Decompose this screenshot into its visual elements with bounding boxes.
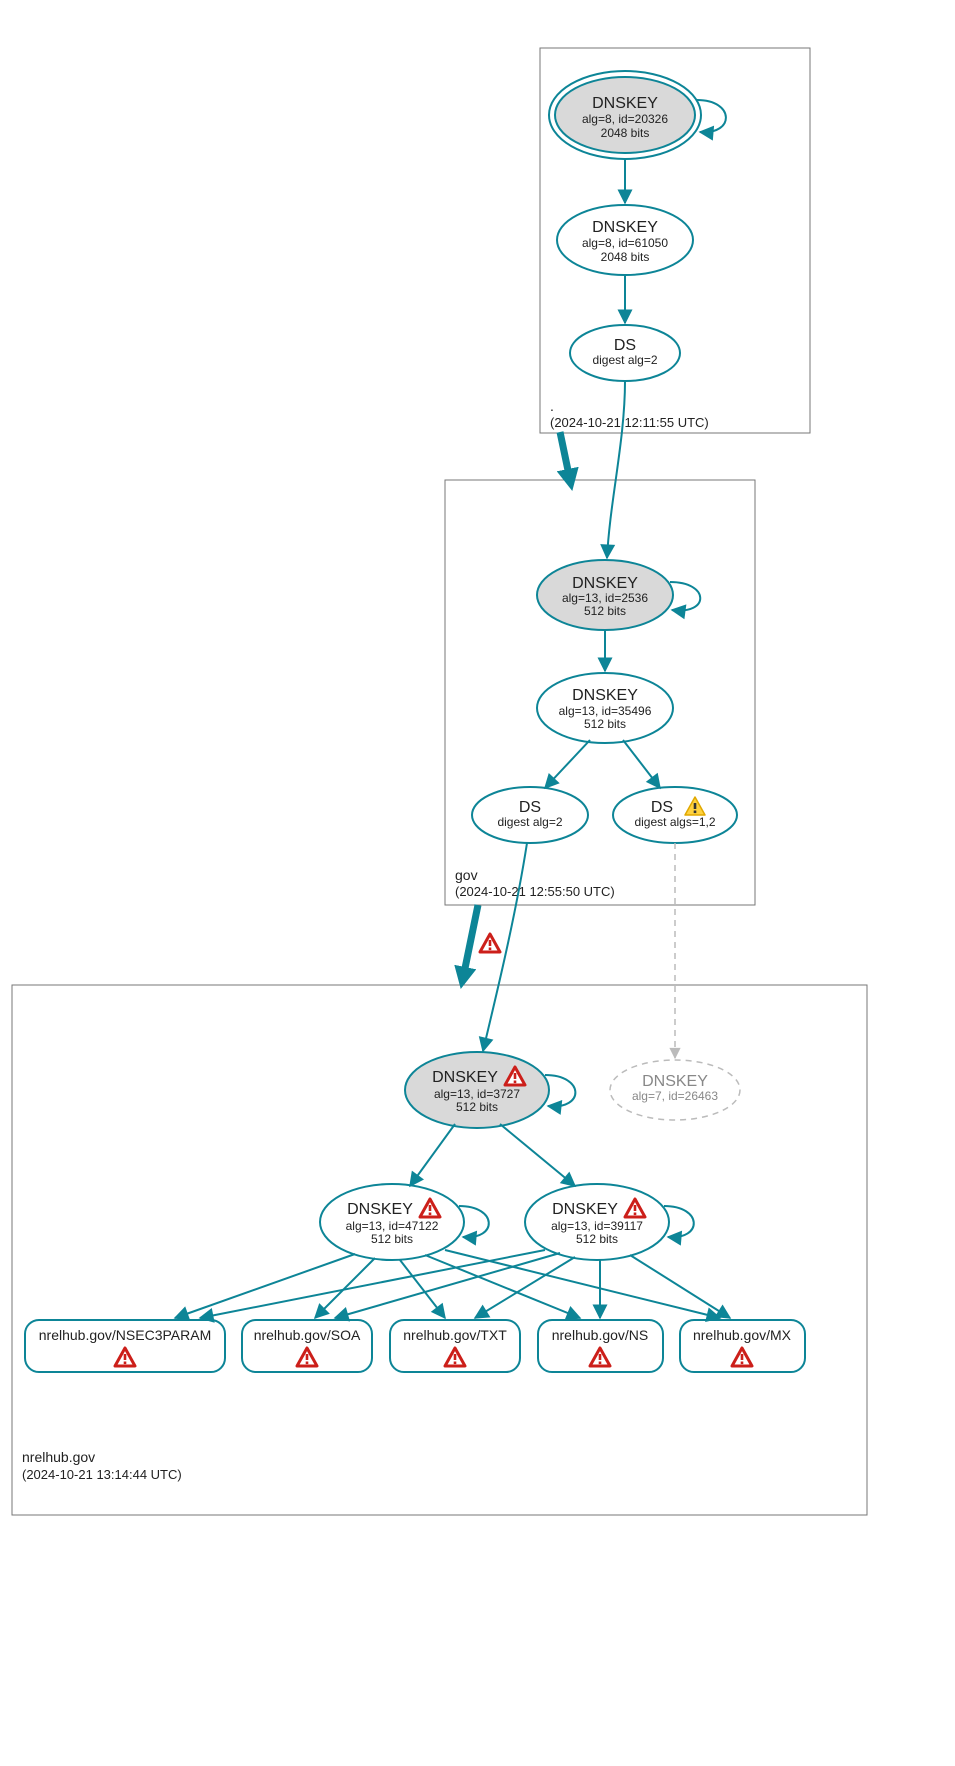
rr-txt-label: nrelhub.gov/TXT <box>403 1327 507 1343</box>
rrset-nsec3param[interactable]: nrelhub.gov/NSEC3PARAM <box>25 1320 225 1372</box>
edge-zsk1-nsec3 <box>175 1254 355 1318</box>
root-zsk-l1: alg=8, id=61050 <box>582 236 668 250</box>
zone-gov-ts: (2024-10-21 12:55:50 UTC) <box>455 884 615 899</box>
gov-zsk-title: DNSKEY <box>572 687 638 704</box>
zone-nrelhub-name: nrelhub.gov <box>22 1449 95 1465</box>
nrel-ksk-l1: alg=13, id=3727 <box>434 1087 520 1101</box>
rrset-txt[interactable]: nrelhub.gov/TXT <box>390 1320 520 1372</box>
root-ksk-title: DNSKEY <box>592 95 658 112</box>
error-icon <box>480 934 500 952</box>
rrset-soa[interactable]: nrelhub.gov/SOA <box>242 1320 372 1372</box>
edge-rootds-govksk <box>607 381 625 558</box>
gov-ksk-title: DNSKEY <box>572 575 638 592</box>
zone-nrelhub-ts: (2024-10-21 13:14:44 UTC) <box>22 1467 182 1482</box>
gov-ksk-l1: alg=13, id=2536 <box>562 591 648 605</box>
gov-ds2-title: DS <box>651 799 673 816</box>
edge-govzsk-ds1 <box>545 740 590 788</box>
gov-ksk-l2: 512 bits <box>584 604 626 618</box>
nrel-extra-l1: alg=7, id=26463 <box>632 1089 718 1103</box>
rrset-ns[interactable]: nrelhub.gov/NS <box>538 1320 663 1372</box>
nrel-zsk2-l1: alg=13, id=39117 <box>551 1219 643 1233</box>
edge-root-to-gov-zone <box>560 432 570 480</box>
edge-govzsk-ds2 <box>623 740 660 788</box>
root-ksk-l2: 2048 bits <box>601 126 650 140</box>
edge-nrelksk-zsk2 <box>500 1124 575 1186</box>
nrel-ksk-title: DNSKEY <box>432 1069 498 1086</box>
root-ds-l1: digest alg=2 <box>592 353 657 367</box>
gov-ds1-title: DS <box>519 799 541 816</box>
nrel-zsk1-title: DNSKEY <box>347 1201 413 1218</box>
nrel-zsk2-l2: 512 bits <box>576 1232 618 1246</box>
self-loop-gov-ksk <box>670 582 700 611</box>
nrel-zsk1-l2: 512 bits <box>371 1232 413 1246</box>
nrel-zsk2-title: DNSKEY <box>552 1201 618 1218</box>
root-ksk-l1: alg=8, id=20326 <box>582 112 668 126</box>
rrset-mx[interactable]: nrelhub.gov/MX <box>680 1320 805 1372</box>
root-zsk-l2: 2048 bits <box>601 250 650 264</box>
gov-zsk-l2: 512 bits <box>584 717 626 731</box>
gov-ds1-l1: digest alg=2 <box>497 815 562 829</box>
edge-gov-to-nrel-zone <box>463 905 478 978</box>
rr-mx-label: nrelhub.gov/MX <box>693 1327 792 1343</box>
nrel-zsk1-l1: alg=13, id=47122 <box>346 1219 439 1233</box>
zone-root-name: . <box>550 398 554 414</box>
nrel-ksk-l2: 512 bits <box>456 1100 498 1114</box>
rr-nsec3-label: nrelhub.gov/NSEC3PARAM <box>39 1327 211 1343</box>
edge-nrelksk-zsk1 <box>410 1124 455 1186</box>
root-zsk-title: DNSKEY <box>592 219 658 236</box>
nrel-extra-title: DNSKEY <box>642 1073 708 1090</box>
gov-ds2-l1: digest algs=1,2 <box>634 815 715 829</box>
root-ds-title: DS <box>614 337 636 354</box>
rr-ns-label: nrelhub.gov/NS <box>552 1327 649 1343</box>
rr-soa-label: nrelhub.gov/SOA <box>254 1327 361 1343</box>
zone-gov-name: gov <box>455 867 478 883</box>
zone-root-ts: (2024-10-21 12:11:55 UTC) <box>550 415 709 430</box>
gov-zsk-l1: alg=13, id=35496 <box>559 704 652 718</box>
